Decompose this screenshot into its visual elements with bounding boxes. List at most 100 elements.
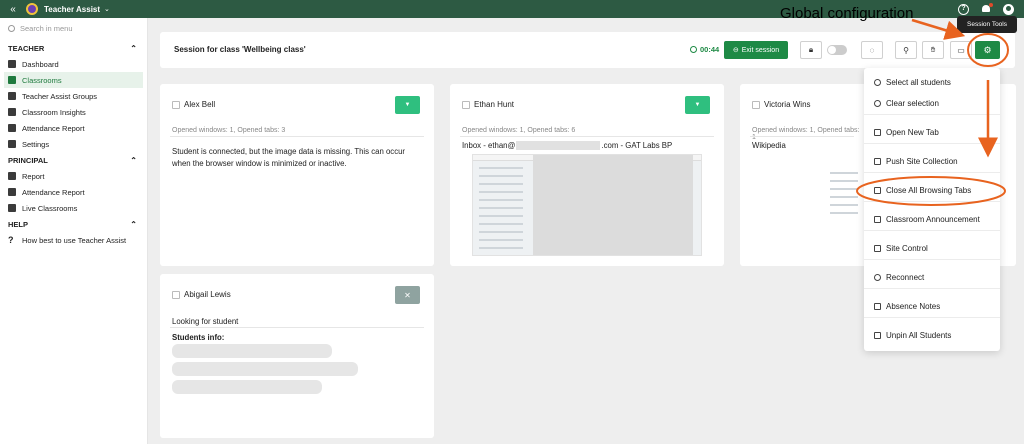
user-account-icon[interactable] xyxy=(1003,3,1014,15)
divider xyxy=(750,136,854,137)
lock-toggle[interactable] xyxy=(827,45,847,55)
sidebar-item-classrooms[interactable]: Classrooms xyxy=(4,72,143,88)
attendance-icon xyxy=(8,124,16,132)
sidebar-item-attendance-report[interactable]: Attendance Report xyxy=(0,120,147,136)
menu-item-classroom-announcement[interactable]: Classroom Announcement xyxy=(874,215,980,224)
exit-session-button[interactable]: ⊖ Exit session xyxy=(724,41,788,59)
student-name: Alex Bell xyxy=(184,100,216,109)
message-button[interactable]: ◌ xyxy=(861,41,883,59)
student-card: Alex Bell ▼ Opened windows: 1, Opened ta… xyxy=(160,84,434,266)
menu-item-label: Push Site Collection xyxy=(886,157,958,166)
divider xyxy=(170,136,424,137)
menu-item-label: Clear selection xyxy=(886,99,939,108)
student-meta: Opened windows: 1, Opened tabs: 1 xyxy=(752,127,860,141)
chevron-up-icon[interactable]: ⌃ xyxy=(130,156,137,165)
student-card: Ethan Hunt ▼ Opened windows: 1, Opened t… xyxy=(450,84,724,266)
section-teacher[interactable]: TEACHER ⌃ xyxy=(0,40,147,56)
chat-icon: ◌ xyxy=(869,45,875,55)
help-icon[interactable]: ? xyxy=(958,3,969,15)
menu-item-close-all-tabs[interactable]: Close All Browsing Tabs xyxy=(874,186,971,195)
student-checkbox[interactable] xyxy=(462,101,470,109)
sidebar-item-help[interactable]: ? How best to use Teacher Assist xyxy=(0,232,147,248)
sidebar-item-label: Settings xyxy=(22,139,50,149)
student-checkbox[interactable] xyxy=(172,291,180,299)
close-tabs-icon xyxy=(874,187,881,194)
lock-button[interactable]: 🔒︎ xyxy=(800,41,822,59)
chevron-down-icon[interactable]: ⌄ xyxy=(104,5,110,13)
divider xyxy=(864,143,1000,144)
gear-icon xyxy=(8,140,16,148)
menu-item-clear-selection[interactable]: Clear selection xyxy=(874,99,939,108)
tab-title-suffix: .com - GAT Labs BP xyxy=(601,141,673,150)
monitor-icon: ▭ xyxy=(957,45,965,55)
menu-search-input[interactable]: Search in menu xyxy=(8,22,139,34)
menu-item-label: Site Control xyxy=(886,244,928,253)
sidebar-item-principal-attendance-report[interactable]: Attendance Report xyxy=(0,184,147,200)
sidebar-item-dashboard[interactable]: Dashboard xyxy=(0,56,147,72)
divider xyxy=(864,317,1000,318)
app-name[interactable]: Teacher Assist xyxy=(44,5,100,14)
sidebar: Search in menu TEACHER ⌃ Dashboard Class… xyxy=(0,18,148,444)
magnifier-icon: ⚲ xyxy=(903,45,909,55)
sidebar-item-teacher-assist-groups[interactable]: Teacher Assist Groups xyxy=(0,88,147,104)
sidebar-item-settings[interactable]: Settings xyxy=(0,136,147,152)
students-info-label: Students info: xyxy=(172,333,225,342)
redacted-info xyxy=(172,380,322,394)
menu-item-push-site-collection[interactable]: Push Site Collection xyxy=(874,157,958,166)
active-tab-title: Wikipedia xyxy=(752,141,786,150)
sidebar-item-classroom-insights[interactable]: Classroom Insights xyxy=(0,104,147,120)
student-options-button[interactable]: ▼ xyxy=(395,96,420,114)
tab-screenshot[interactable] xyxy=(472,154,702,256)
session-tools-button[interactable]: ⚙ xyxy=(975,41,1000,59)
gear-icon: ⚙ xyxy=(983,44,992,55)
sidebar-item-label: Teacher Assist Groups xyxy=(22,91,98,101)
sidebar-item-report[interactable]: Report xyxy=(0,168,147,184)
menu-item-select-all[interactable]: Select all students xyxy=(874,78,951,87)
chevron-up-icon[interactable]: ⌃ xyxy=(130,44,137,53)
redacted-info xyxy=(172,362,358,376)
tab-screenshot[interactable] xyxy=(814,164,864,230)
student-checkbox[interactable] xyxy=(172,101,180,109)
dashboard-icon xyxy=(8,60,16,68)
section-help[interactable]: HELP ⌃ xyxy=(0,216,147,232)
sidebar-item-label: Attendance Report xyxy=(22,123,85,133)
search-placeholder: Search in menu xyxy=(20,23,73,33)
caret-down-icon: ▼ xyxy=(404,102,411,108)
screen-button[interactable]: ▭ xyxy=(950,41,972,59)
divider xyxy=(170,327,424,328)
divider xyxy=(864,172,1000,173)
live-icon xyxy=(8,204,16,212)
menu-item-label: Unpin All Students xyxy=(886,331,952,340)
active-tab-title: Inbox - ethan@ .com - GAT Labs BP xyxy=(462,140,710,152)
tab-title-prefix: Inbox - ethan@ xyxy=(462,141,516,150)
session-title: Session for class 'Wellbeing class' xyxy=(174,45,306,54)
divider xyxy=(864,114,1000,115)
student-meta: Opened windows: 1, Opened tabs: 6 xyxy=(462,127,576,134)
menu-item-reconnect[interactable]: Reconnect xyxy=(874,273,924,282)
student-card: Victoria Wins Opened windows: 1, Opened … xyxy=(740,84,864,266)
raise-hand-button[interactable]: ✋︎ xyxy=(922,41,944,59)
sidebar-item-live-classrooms[interactable]: Live Classrooms xyxy=(0,200,147,216)
notification-bell-icon[interactable] xyxy=(981,3,993,14)
menu-item-label: Open New Tab xyxy=(886,128,939,137)
student-options-button[interactable]: ▼ xyxy=(685,96,710,114)
menu-item-site-control[interactable]: Site Control xyxy=(874,244,928,253)
remove-student-button[interactable]: ✕ xyxy=(395,286,420,304)
session-tools-tooltip: Session Tools xyxy=(957,16,1017,33)
redacted-info xyxy=(172,344,332,358)
zoom-button[interactable]: ⚲ xyxy=(895,41,917,59)
menu-item-unpin-all[interactable]: Unpin All Students xyxy=(874,331,951,340)
student-checkbox[interactable] xyxy=(752,101,760,109)
menu-item-absence-notes[interactable]: Absence Notes xyxy=(874,302,940,311)
divider xyxy=(460,136,714,137)
divider xyxy=(864,259,1000,260)
student-status-message: Student is connected, but the image data… xyxy=(172,147,406,168)
chevron-up-icon[interactable]: ⌃ xyxy=(130,220,137,229)
collection-icon xyxy=(874,158,881,165)
sidebar-item-label: Attendance Report xyxy=(22,187,85,197)
collapse-sidebar-icon[interactable]: « xyxy=(0,4,26,15)
section-principal[interactable]: PRINCIPAL ⌃ xyxy=(0,152,147,168)
menu-item-open-new-tab[interactable]: Open New Tab xyxy=(874,128,939,137)
new-tab-icon xyxy=(874,129,881,136)
menu-item-label: Classroom Announcement xyxy=(886,215,980,224)
